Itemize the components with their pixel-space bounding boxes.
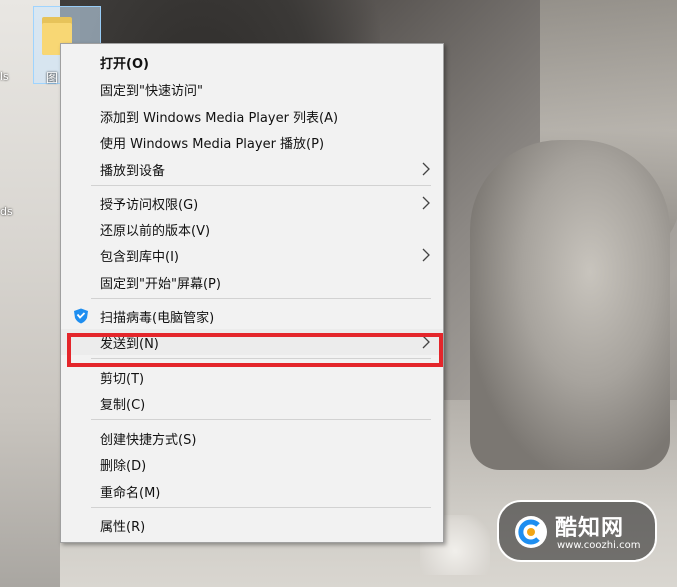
menu-item-label: 固定到"快速访问" [100,84,203,99]
menu-item-label: 重命名(M) [100,486,161,501]
menu-item-pin-quick-access[interactable]: 固定到"快速访问" [61,76,443,102]
menu-item-label: 扫描病毒(电脑管家) [100,311,215,326]
menu-item-label: 剪切(T) [100,372,145,387]
menu-item-cast-to-device[interactable]: 播放到设备 [61,156,443,182]
coozhi-logo-icon [515,516,547,548]
watermark-title: 酷知网 [555,516,625,541]
annotation-highlight-box [67,333,443,367]
menu-item-create-shortcut[interactable]: 创建快捷方式(S) [61,425,443,451]
menu-separator [91,419,431,420]
menu-separator [91,185,431,186]
menu-item-label: 打开(O) [100,57,149,72]
menu-item-rename[interactable]: 重命名(M) [61,478,443,504]
chevron-right-icon [422,248,430,262]
watermark-badge: 酷知网 www.coozhi.com [497,500,657,562]
menu-item-label: 删除(D) [100,459,147,474]
menu-item-include-library[interactable]: 包含到库中(I) [61,242,443,268]
menu-item-properties[interactable]: 属性(R) [61,512,443,538]
menu-item-label: 播放到设备 [100,164,166,179]
chevron-right-icon [422,162,430,176]
menu-item-open[interactable]: 打开(O) [61,49,443,75]
menu-item-label: 使用 Windows Media Player 播放(P) [100,137,325,152]
menu-item-delete[interactable]: 删除(D) [61,451,443,477]
desktop-edge-text: ls [0,70,9,83]
desktop-edge-text: ds [0,205,13,218]
context-menu: 打开(O) 固定到"快速访问" 添加到 Windows Media Player… [60,43,444,543]
menu-item-scan-virus[interactable]: 扫描病毒(电脑管家) [61,303,443,329]
menu-item-copy[interactable]: 复制(C) [61,390,443,416]
menu-item-add-wmp-list[interactable]: 添加到 Windows Media Player 列表(A) [61,103,443,129]
menu-item-label: 复制(C) [100,398,146,413]
desktop-folder-label: 图 [46,71,59,85]
menu-separator [91,298,431,299]
menu-item-label: 属性(R) [100,520,146,535]
tencent-shield-icon [74,308,88,324]
menu-item-label: 授予访问权限(G) [100,198,199,213]
menu-item-pin-start[interactable]: 固定到"开始"屏幕(P) [61,269,443,295]
menu-item-give-access[interactable]: 授予访问权限(G) [61,190,443,216]
menu-item-restore-previous[interactable]: 还原以前的版本(V) [61,216,443,242]
menu-item-cut[interactable]: 剪切(T) [61,364,443,390]
menu-item-play-wmp[interactable]: 使用 Windows Media Player 播放(P) [61,129,443,155]
menu-item-label: 固定到"开始"屏幕(P) [100,277,221,292]
menu-separator [91,507,431,508]
menu-item-label: 包含到库中(I) [100,250,179,265]
chevron-right-icon [422,196,430,210]
wallpaper-light-area [0,0,60,587]
watermark-url: www.coozhi.com [557,540,641,551]
menu-item-label: 还原以前的版本(V) [100,224,211,239]
menu-item-label: 添加到 Windows Media Player 列表(A) [100,111,339,126]
menu-item-label: 创建快捷方式(S) [100,433,197,448]
wallpaper-armchair [470,140,670,470]
